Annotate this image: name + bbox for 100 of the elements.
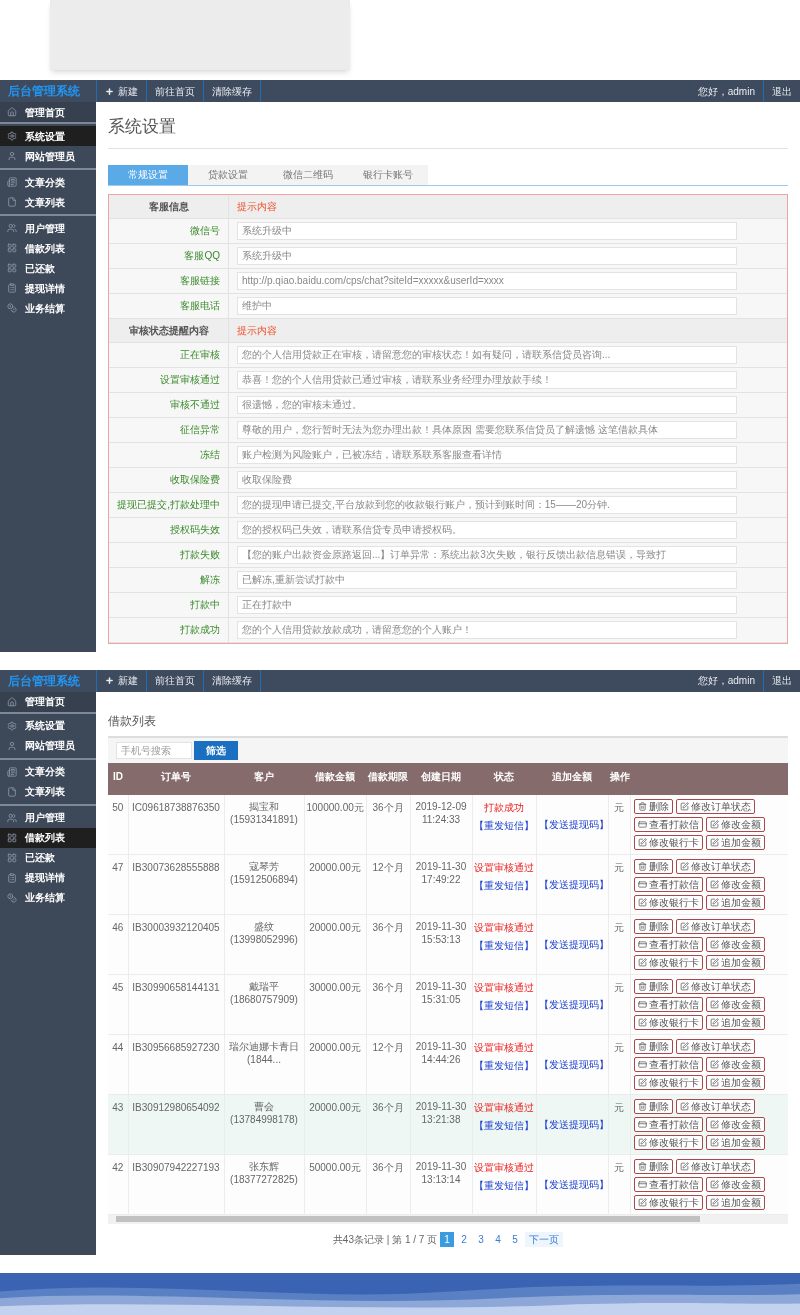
filter-button[interactable]: 筛选	[194, 740, 238, 760]
text-field[interactable]: 收取保险费	[237, 470, 737, 489]
text-field[interactable]: 系统升级中	[237, 246, 737, 265]
page-button[interactable]: 2	[457, 1231, 472, 1247]
action-button[interactable]: 追加金额	[705, 1074, 765, 1090]
sidebar-item[interactable]: 提现详情	[0, 278, 96, 298]
send-code-link[interactable]: 【发送提现码】	[538, 818, 609, 830]
action-button[interactable]: 修改订单状态	[675, 978, 755, 994]
action-button[interactable]: 删除	[633, 918, 673, 934]
resend-sms-link[interactable]: 【重发短信】	[474, 877, 534, 893]
sidebar-item[interactable]: 系统设置	[0, 715, 96, 736]
action-button[interactable]: 修改金额	[705, 1116, 765, 1132]
action-button[interactable]: 修改订单状态	[675, 1038, 755, 1054]
send-code-link[interactable]: 【发送提现码】	[538, 1058, 609, 1070]
action-button[interactable]: 删除	[633, 798, 673, 814]
text-field[interactable]: 您的个人信用贷款正在审核，请留意您的审核状态！如有疑问，请联系信贷员咨询...	[237, 345, 737, 364]
sidebar-item[interactable]: 业务结算	[0, 887, 96, 908]
page-button[interactable]: 4	[491, 1231, 506, 1247]
send-code-link[interactable]: 【发送提现码】	[538, 878, 609, 890]
action-button[interactable]: 删除	[633, 858, 673, 874]
text-field[interactable]: 恭喜！您的个人信用贷款已通过审核，请联系业务经理办理放款手续！	[237, 370, 737, 389]
action-button[interactable]: 修改银行卡	[633, 1074, 703, 1090]
text-field[interactable]: 已解冻,重新尝试打款中	[237, 570, 737, 589]
sidebar-item[interactable]: 系统设置	[0, 126, 96, 146]
text-field[interactable]: 正在打款中	[237, 595, 737, 614]
action-button[interactable]: 删除	[633, 1038, 673, 1054]
text-field[interactable]: 很遗憾，您的审核未通过。	[237, 395, 737, 414]
action-button[interactable]: 追加金额	[705, 894, 765, 910]
text-field[interactable]: 维护中	[237, 296, 737, 315]
action-button[interactable]: 修改订单状态	[675, 858, 755, 874]
action-button[interactable]: 追加金额	[705, 1194, 765, 1210]
action-button[interactable]: 修改银行卡	[633, 1194, 703, 1210]
action-button[interactable]: 修改银行卡	[633, 1134, 703, 1150]
text-field[interactable]: 【您的账户出款资金原路返回...】订单异常：系统出款3次失败，银行反馈出款信息错误，导致打	[237, 545, 737, 564]
action-button[interactable]: 查看打款信	[633, 936, 703, 952]
logout-button[interactable]: 退出	[763, 669, 800, 692]
action-button[interactable]: 修改金额	[705, 1056, 765, 1072]
text-field[interactable]: 系统升级中	[237, 221, 737, 240]
action-button[interactable]: 修改银行卡	[633, 894, 703, 910]
action-button[interactable]: 修改订单状态	[675, 1098, 755, 1114]
resend-sms-link[interactable]: 【重发短信】	[474, 937, 534, 953]
tab[interactable]: 贷款设置	[188, 164, 268, 185]
nav-button[interactable]: 清除缓存	[203, 669, 260, 692]
action-button[interactable]: 查看打款信	[633, 1176, 703, 1192]
nav-button[interactable]: 前往首页	[146, 669, 203, 692]
sidebar-item[interactable]: 文章分类	[0, 761, 96, 782]
search-field[interactable]: 手机号搜索	[116, 741, 192, 759]
action-button[interactable]: 删除	[633, 1098, 673, 1114]
send-code-link[interactable]: 【发送提现码】	[538, 998, 609, 1010]
resend-sms-link[interactable]: 【重发短信】	[474, 1177, 534, 1193]
action-button[interactable]: 修改金额	[705, 816, 765, 832]
sidebar-item[interactable]: 用户管理	[0, 218, 96, 238]
resend-sms-link[interactable]: 【重发短信】	[474, 1117, 534, 1133]
action-button[interactable]: 修改订单状态	[675, 798, 755, 814]
action-button[interactable]: 查看打款信	[633, 1056, 703, 1072]
sidebar-item[interactable]: 网站管理员	[0, 735, 96, 756]
text-field[interactable]: 您的提现申请已提交,平台放款到您的收款银行账户，预计到账时间：15——20分钟.	[237, 495, 737, 514]
text-field[interactable]: 您的个人信用贷款放款成功，请留意您的个人账户！	[237, 620, 737, 639]
action-button[interactable]: 修改订单状态	[675, 1158, 755, 1174]
sidebar-item[interactable]: 借款列表	[0, 827, 96, 848]
sidebar-item[interactable]: 提现详情	[0, 867, 96, 888]
sidebar-item[interactable]: 网站管理员	[0, 146, 96, 166]
page-button[interactable]: 3	[474, 1231, 489, 1247]
text-field[interactable]: 尊敬的用户，您行暂时无法为您办理出款！具体原因 需要您联系信贷员了解遗憾 这笔借款具体	[237, 420, 737, 439]
action-button[interactable]: 修改银行卡	[633, 954, 703, 970]
action-button[interactable]: 查看打款信	[633, 996, 703, 1012]
action-button[interactable]: 修改银行卡	[633, 1014, 703, 1030]
text-field[interactable]: 您的授权码已失效，请联系信贷专员申请授权码。	[237, 520, 737, 539]
action-button[interactable]: 追加金额	[705, 1134, 765, 1150]
sidebar-item[interactable]: 业务结算	[0, 298, 96, 318]
action-button[interactable]: 追加金额	[705, 1014, 765, 1030]
action-button[interactable]: 查看打款信	[633, 1116, 703, 1132]
page-button[interactable]: 5	[508, 1231, 523, 1247]
sidebar-item[interactable]: 管理首页	[0, 102, 96, 122]
sidebar-item[interactable]: 用户管理	[0, 807, 96, 828]
text-field[interactable]: 账户检测为风险账户，已被冻结，请联系联系客服查看详情	[237, 445, 737, 464]
text-field[interactable]: http://p.qiao.baidu.com/cps/chat?siteId=xxxxx&userId=xxxx	[237, 271, 737, 290]
sidebar-item[interactable]: 已还款	[0, 258, 96, 278]
action-button[interactable]: 删除	[633, 1158, 673, 1174]
action-button[interactable]: 查看打款信	[633, 816, 703, 832]
tab[interactable]: 银行卡账号	[348, 164, 428, 185]
action-button[interactable]: 追加金额	[705, 834, 765, 850]
next-page-button[interactable]: 下一页	[525, 1231, 564, 1247]
action-button[interactable]: 修改银行卡	[633, 834, 703, 850]
horizontal-scrollbar[interactable]	[108, 1214, 788, 1224]
action-button[interactable]: 修改金额	[705, 1176, 765, 1192]
resend-sms-link[interactable]: 【重发短信】	[474, 1057, 534, 1073]
sidebar-item[interactable]: 管理首页	[0, 691, 96, 712]
action-button[interactable]: 查看打款信	[633, 876, 703, 892]
action-button[interactable]: 修改订单状态	[675, 918, 755, 934]
send-code-link[interactable]: 【发送提现码】	[538, 1118, 609, 1130]
sidebar-item[interactable]: 文章列表	[0, 192, 96, 212]
resend-sms-link[interactable]: 【重发短信】	[474, 997, 534, 1013]
action-button[interactable]: 修改金额	[705, 936, 765, 952]
sidebar-item[interactable]: 已还款	[0, 847, 96, 868]
sidebar-item[interactable]: 文章列表	[0, 781, 96, 802]
action-button[interactable]: 删除	[633, 978, 673, 994]
send-code-link[interactable]: 【发送提现码】	[538, 1178, 609, 1190]
sidebar-item[interactable]: 借款列表	[0, 238, 96, 258]
tab[interactable]: 微信二维码	[268, 164, 348, 185]
